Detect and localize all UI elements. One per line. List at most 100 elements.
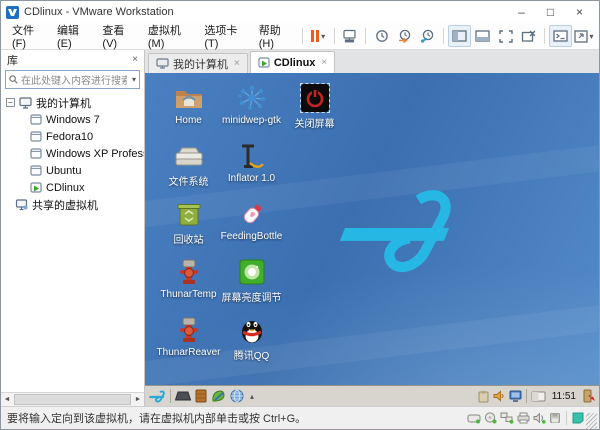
menu-help[interactable]: 帮助(H) bbox=[252, 22, 298, 50]
hard-disk-status-icon[interactable] bbox=[467, 412, 481, 424]
panel-left-icon bbox=[452, 30, 467, 42]
fullscreen-button[interactable] bbox=[494, 25, 517, 47]
menu-view[interactable]: 查看(V) bbox=[95, 22, 140, 50]
desktop-icon-inflator[interactable]: Inflator 1.0 bbox=[220, 141, 283, 199]
hydrant-icon bbox=[174, 257, 204, 287]
desktop-icon-qq[interactable]: 腾讯QQ bbox=[220, 315, 283, 373]
scrollbar-thumb[interactable] bbox=[14, 394, 131, 405]
icon-label: 关闭屏幕 bbox=[294, 119, 335, 130]
fit-guest-button[interactable]: ▾ bbox=[572, 25, 595, 47]
menu-tabs[interactable]: 选项卡(T) bbox=[197, 22, 251, 50]
tree-item-windows-xp[interactable]: Windows XP Professional bbox=[1, 145, 144, 162]
status-bar: 要将输入定向到该虚拟机，请在虚拟机内部单击或按 Ctrl+G。 bbox=[1, 406, 599, 429]
file-manager-button[interactable] bbox=[195, 388, 207, 404]
scroll-right-icon[interactable]: ► bbox=[132, 396, 144, 403]
revert-snapshot-button[interactable] bbox=[393, 25, 416, 47]
unity-mode-button[interactable] bbox=[517, 25, 540, 47]
pause-vm-button[interactable]: ▾ bbox=[307, 25, 330, 47]
menu-vm[interactable]: 虚拟机(M) bbox=[141, 22, 197, 50]
tree-item-fedora10[interactable]: Fedora10 bbox=[1, 128, 144, 145]
manage-snapshots-button[interactable] bbox=[416, 25, 439, 47]
message-log-icon[interactable] bbox=[572, 412, 584, 424]
globe-icon bbox=[230, 389, 244, 403]
icon-label: ThunarReaver bbox=[156, 347, 221, 358]
menu-edit[interactable]: 编辑(E) bbox=[50, 22, 95, 50]
chevron-down-icon[interactable]: ▾ bbox=[590, 32, 594, 41]
show-desktop-button[interactable] bbox=[175, 388, 191, 404]
hard-drive-icon bbox=[174, 141, 204, 171]
volume-tray-icon[interactable] bbox=[493, 388, 505, 404]
tree-item-my-computer[interactable]: − 我的计算机 bbox=[1, 94, 144, 111]
shared-vms-icon bbox=[15, 198, 28, 211]
sound-status-icon[interactable] bbox=[533, 412, 546, 424]
vm-console[interactable]: Home minidwep-gtk 关闭屏幕 文件系统 Inflator 1.0… bbox=[145, 73, 599, 406]
chevron-down-icon[interactable]: ▾ bbox=[132, 75, 136, 84]
clipboard-tray-icon[interactable] bbox=[478, 388, 489, 404]
desktop-icon-thunartemp[interactable]: ThunarTemp bbox=[157, 257, 220, 315]
take-snapshot-button[interactable] bbox=[370, 25, 393, 47]
tab-my-computer[interactable]: 我的计算机 × bbox=[148, 53, 248, 73]
taskbar-separator bbox=[170, 389, 171, 403]
scroll-left-icon[interactable]: ◄ bbox=[1, 396, 13, 403]
floppy-status-icon[interactable] bbox=[549, 412, 561, 424]
computer-icon bbox=[19, 96, 32, 109]
taskbar-more-icon[interactable]: ▴ bbox=[250, 392, 254, 401]
desktop-icon-feedingbottle[interactable]: FeedingBottle bbox=[220, 199, 283, 257]
sidebar-horizontal-scrollbar[interactable]: ◄ ► bbox=[1, 392, 144, 406]
desktop-icon-brightness[interactable]: 屏幕亮度调节 bbox=[220, 257, 283, 315]
tree-item-ubuntu[interactable]: Ubuntu bbox=[1, 162, 144, 179]
guest-clock[interactable]: 11:51 bbox=[550, 391, 578, 402]
workspace-switcher[interactable] bbox=[531, 388, 546, 404]
text-editor-button[interactable] bbox=[211, 388, 226, 404]
desktop-icon-thunarreaver[interactable]: ThunarReaver bbox=[157, 315, 220, 373]
console-view-toggle[interactable] bbox=[549, 25, 573, 47]
icon-label: 腾讯QQ bbox=[233, 351, 270, 362]
display-tray-icon[interactable] bbox=[509, 388, 522, 404]
tree-item-shared-vms[interactable]: 共享的虚拟机 bbox=[1, 196, 144, 213]
menu-file[interactable]: 文件(F) bbox=[5, 22, 50, 50]
toolbar-separator bbox=[301, 28, 303, 44]
tab-label: 我的计算机 bbox=[173, 58, 228, 71]
desktop-icon-close-screen[interactable]: 关闭屏幕 bbox=[283, 83, 346, 141]
resize-grip[interactable] bbox=[586, 413, 597, 429]
show-thumbnail-bar-toggle[interactable] bbox=[471, 25, 494, 47]
tree-item-windows7[interactable]: Windows 7 bbox=[1, 111, 144, 128]
desktop-icon-home[interactable]: Home bbox=[157, 83, 220, 141]
library-close-icon[interactable]: × bbox=[132, 54, 138, 65]
tree-item-cdlinux[interactable]: CDlinux bbox=[1, 179, 144, 196]
close-button[interactable]: × bbox=[565, 2, 594, 22]
logout-button[interactable] bbox=[582, 388, 596, 404]
icon-label: Inflator 1.0 bbox=[227, 173, 276, 184]
collapse-icon[interactable]: − bbox=[6, 98, 15, 107]
cd-rom-status-icon[interactable] bbox=[484, 412, 497, 424]
printer-status-icon[interactable] bbox=[517, 412, 530, 424]
tab-close-icon[interactable]: × bbox=[234, 58, 240, 69]
cdlinux-desktop[interactable]: Home minidwep-gtk 关闭屏幕 文件系统 Inflator 1.0… bbox=[145, 73, 599, 385]
status-separator bbox=[566, 411, 567, 425]
desktop-icon-filesystem[interactable]: 文件系统 bbox=[157, 141, 220, 199]
icon-label: minidwep-gtk bbox=[222, 115, 281, 126]
desktop-icon-minidwep[interactable]: minidwep-gtk bbox=[220, 83, 283, 141]
toolbar-separator bbox=[333, 28, 335, 44]
send-ctrl-alt-del-button[interactable] bbox=[338, 25, 361, 47]
pause-icon bbox=[311, 30, 320, 42]
chevron-down-icon[interactable]: ▾ bbox=[321, 32, 325, 41]
tab-close-icon[interactable]: × bbox=[321, 57, 327, 68]
menu-toolbar: 文件(F) 编辑(E) 查看(V) 虚拟机(M) 选项卡(T) 帮助(H) ▾ bbox=[1, 23, 599, 50]
guest-taskbar[interactable]: ▴ 11:51 bbox=[145, 385, 599, 406]
library-search-input[interactable]: 在此处键入内容进行搜索 ▾ bbox=[5, 70, 140, 89]
minimize-button[interactable]: – bbox=[507, 2, 536, 22]
vm-tree: − 我的计算机 Windows 7 Fedora10 Windows XP Pr… bbox=[1, 92, 144, 392]
web-browser-button[interactable] bbox=[230, 388, 244, 404]
maximize-button[interactable]: □ bbox=[536, 2, 565, 22]
baby-bottle-icon bbox=[237, 199, 267, 229]
tab-cdlinux[interactable]: CDlinux × bbox=[249, 51, 336, 73]
titlebar: CDlinux - VMware Workstation – □ × bbox=[1, 1, 599, 23]
cdlinux-menu-button[interactable] bbox=[148, 388, 166, 404]
window-title: CDlinux - VMware Workstation bbox=[24, 6, 174, 18]
vm-running-icon bbox=[258, 57, 270, 68]
desktop-icon-trash[interactable]: 回收站 bbox=[157, 199, 220, 257]
show-library-toggle[interactable] bbox=[448, 25, 472, 47]
network-status-icon[interactable] bbox=[500, 412, 514, 424]
manage-snapshots-icon bbox=[421, 29, 434, 43]
